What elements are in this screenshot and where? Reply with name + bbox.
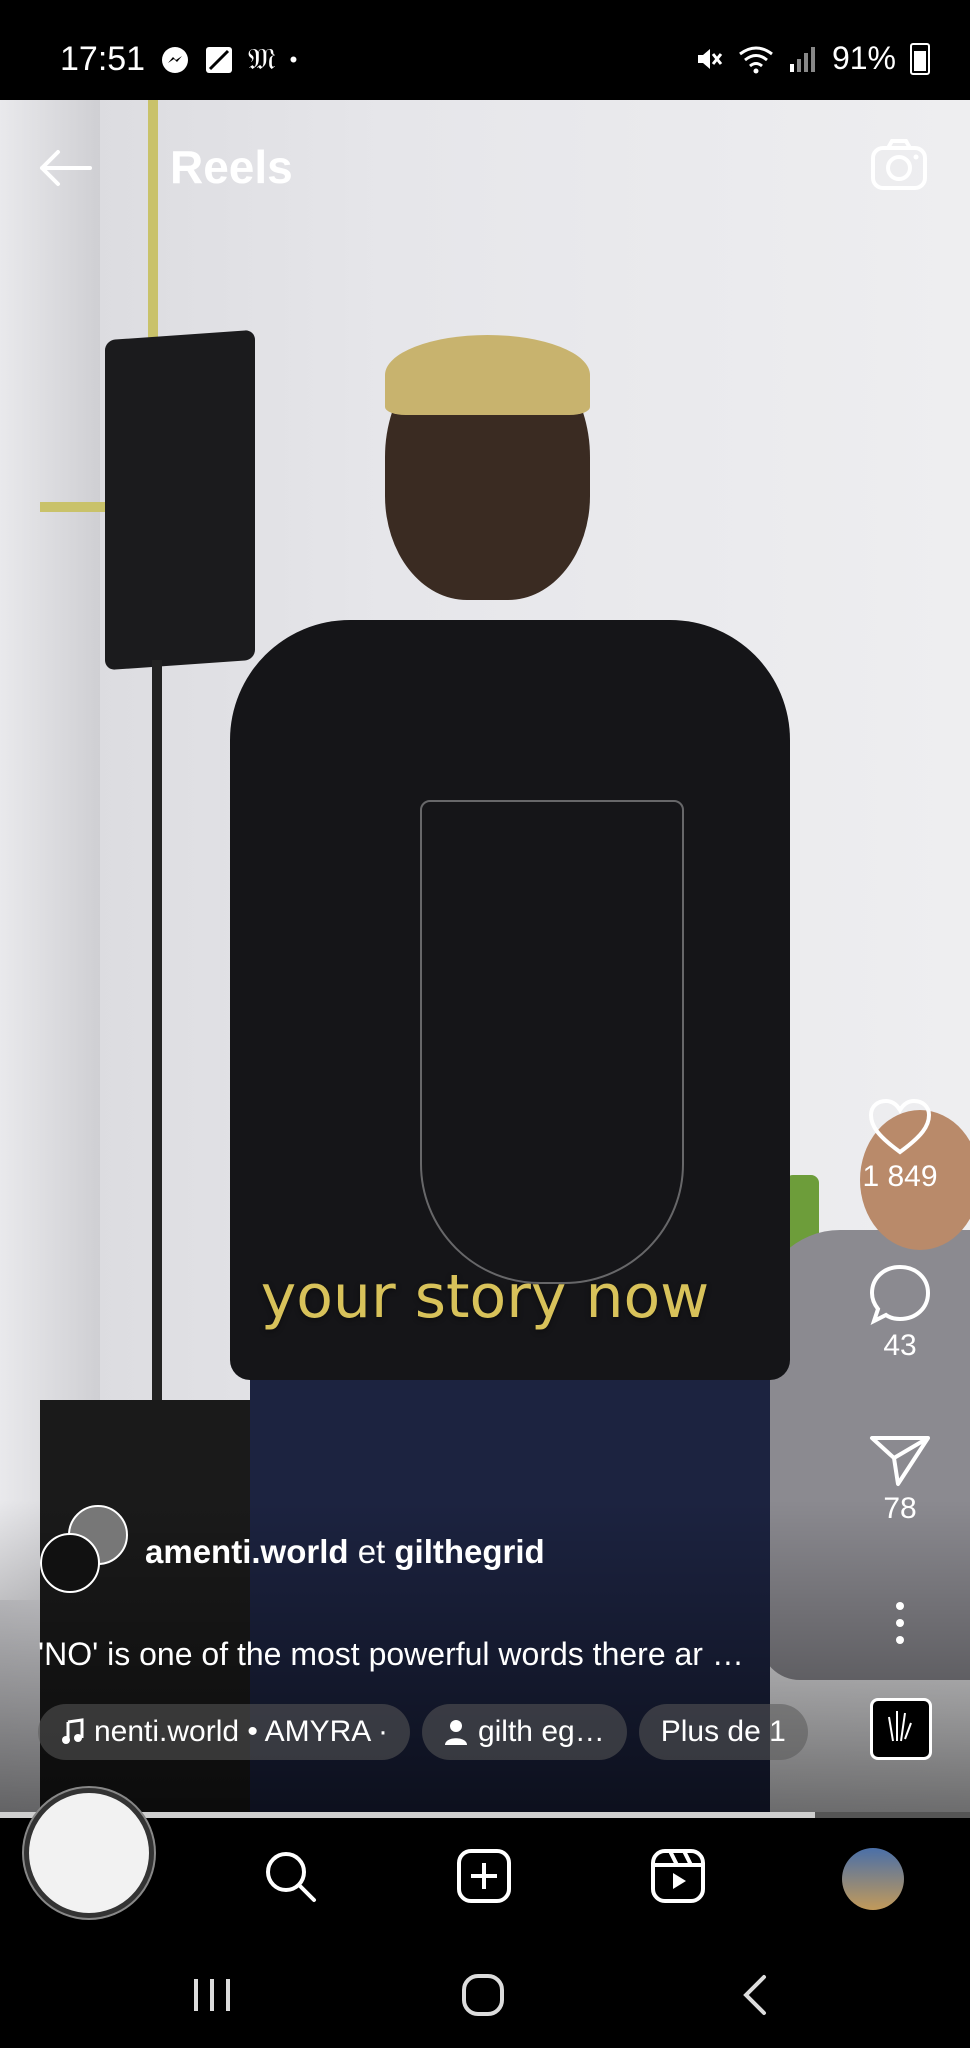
dot-icon: • [289, 46, 298, 72]
author-joiner: et [348, 1533, 395, 1570]
speaker [105, 329, 255, 671]
music-note-icon [62, 1718, 84, 1744]
more-tags-chip[interactable]: Plus de 1 [638, 1704, 808, 1760]
shirt-graphic [420, 800, 684, 1284]
more-options[interactable] [855, 1600, 945, 1646]
wall [0, 100, 100, 1600]
notification-icons: 𝔐 • [160, 42, 297, 77]
signal-icon [789, 46, 815, 72]
comment-icon[interactable] [868, 1263, 932, 1325]
post-description[interactable]: 'NO' is one of the most powerful words t… [38, 1636, 838, 1673]
reels-icon[interactable] [650, 1848, 706, 1904]
tagged-user-chip[interactable]: gilth eg… [421, 1704, 627, 1760]
home-icon[interactable] [460, 1972, 506, 2018]
profile-avatar[interactable] [842, 1848, 904, 1910]
status-bar: 17:51 𝔐 • 91% [0, 0, 970, 100]
comment-action[interactable]: 43 [855, 1263, 945, 1363]
post-author[interactable]: amenti.world et gilthegrid [40, 1505, 880, 1593]
arrow-left-icon[interactable] [38, 148, 94, 188]
author-avatars[interactable] [40, 1505, 130, 1593]
avatar[interactable] [40, 1533, 100, 1593]
record-icon[interactable] [24, 1788, 154, 1918]
author-names[interactable]: amenti.world et gilthegrid [145, 1533, 545, 1571]
more-vertical-icon[interactable] [890, 1600, 910, 1646]
send-icon[interactable] [868, 1432, 932, 1488]
audio-label: nenti.world • AMYRA · [94, 1715, 388, 1748]
mute-icon [697, 48, 723, 69]
search-icon[interactable] [262, 1848, 318, 1904]
pipe [148, 100, 158, 350]
heart-icon[interactable] [868, 1098, 932, 1156]
audio-chip[interactable]: nenti.world • AMYRA · [38, 1704, 410, 1760]
person-hair [385, 335, 590, 415]
comment-count: 43 [883, 1329, 917, 1362]
like-action[interactable]: 1 849 [855, 1098, 945, 1194]
chip-row: nenti.world • AMYRA · gilth eg… Plus de … [38, 1704, 808, 1760]
back-icon[interactable] [740, 1973, 770, 2017]
more-tags-label: Plus de 1 [660, 1715, 786, 1748]
hand-icon [888, 1711, 912, 1742]
recents-icon[interactable] [190, 1975, 234, 2015]
page-title: Reels [170, 141, 293, 193]
like-count: 1 849 [862, 1160, 938, 1193]
tagged-user-label: gilth eg… [477, 1715, 605, 1748]
system-status-icons: 91% [694, 40, 930, 77]
video-caption: your story now [260, 1262, 710, 1332]
system-navigation [0, 1940, 970, 2048]
author-name[interactable]: gilthegrid [394, 1533, 544, 1570]
person-icon [444, 1720, 467, 1745]
messenger-icon [162, 46, 188, 73]
gothic-m-icon: 𝔐 [248, 42, 276, 77]
notes-icon [206, 46, 232, 73]
camera-icon[interactable] [870, 138, 928, 192]
create-icon[interactable] [456, 1848, 512, 1904]
status-time: 17:51 [60, 40, 146, 78]
bottom-nav [0, 1788, 970, 1940]
audio-thumbnail[interactable] [870, 1698, 932, 1760]
author-name[interactable]: amenti.world [145, 1533, 349, 1570]
wifi-icon [739, 46, 773, 73]
battery-percent: 91% [831, 40, 896, 76]
speaker-stand [152, 660, 162, 1520]
battery-icon [910, 42, 930, 75]
